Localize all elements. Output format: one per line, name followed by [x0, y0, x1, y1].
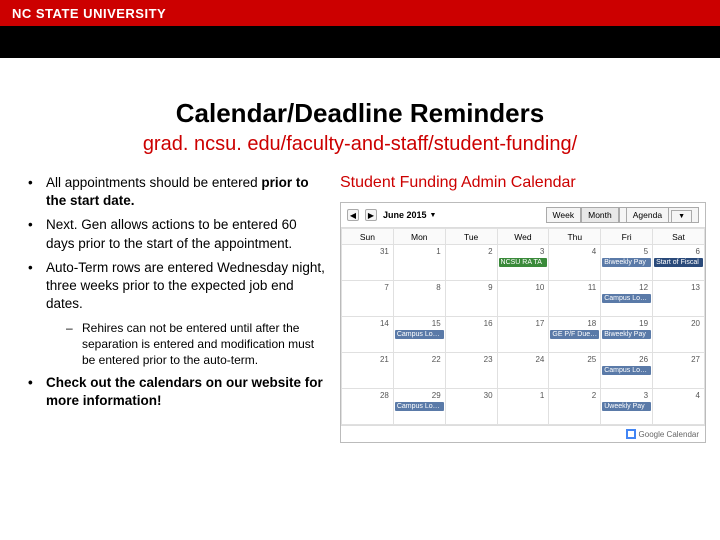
view-agenda[interactable]: Agenda▼ [619, 207, 699, 223]
day-cell[interactable]: 31 [342, 245, 394, 281]
day-cell[interactable]: 22 [393, 353, 445, 389]
day-head: Sun [342, 229, 394, 245]
day-cell[interactable]: 26Campus Lockout [601, 353, 653, 389]
day-cell[interactable]: 20 [653, 317, 705, 353]
day-cell[interactable]: 27 [653, 353, 705, 389]
day-cell[interactable]: 28 [342, 389, 394, 425]
bullet-3: Auto-Term rows are entered Wednesday nig… [28, 259, 328, 368]
day-head: Thu [549, 229, 601, 245]
week-row: 7 8 9 10 11 12Campus Lockout 13 [342, 281, 705, 317]
event[interactable]: Uweekly Pay [602, 402, 651, 411]
day-cell[interactable]: 2 [445, 245, 497, 281]
content-row: All appointments should be entered prior… [0, 156, 720, 443]
prev-month-button[interactable]: ◀ [347, 209, 359, 221]
event[interactable]: Biweekly Pay [602, 258, 651, 267]
chevron-down-icon: ▼ [430, 212, 437, 219]
event[interactable]: Campus Lockout [395, 402, 444, 411]
calendar-widget: ◀ ▶ June 2015▼ Week Month Agenda▼ Sun Mo… [340, 202, 706, 443]
day-head: Mon [393, 229, 445, 245]
calendar-title: Student Funding Admin Calendar [340, 174, 706, 192]
calendar-panel: Student Funding Admin Calendar ◀ ▶ June … [340, 174, 706, 443]
day-cell[interactable]: 1 [393, 245, 445, 281]
day-cell[interactable]: 23 [445, 353, 497, 389]
event[interactable]: NCSU RA TA [499, 258, 548, 267]
next-month-button[interactable]: ▶ [365, 209, 377, 221]
event[interactable]: Start of Fiscal [654, 258, 703, 267]
day-cell[interactable]: 30 [445, 389, 497, 425]
day-cell[interactable]: 15Campus Lockout [393, 317, 445, 353]
day-cell[interactable]: 21 [342, 353, 394, 389]
day-cell[interactable]: 10 [497, 281, 549, 317]
day-cell[interactable]: 11 [549, 281, 601, 317]
day-cell[interactable]: 3Uweekly Pay [601, 389, 653, 425]
week-row: 31 1 2 3NCSU RA TA 4 5Biweekly Pay 6Star… [342, 245, 705, 281]
day-cell[interactable]: 4 [549, 245, 601, 281]
week-row: 21 22 23 24 25 26Campus Lockout 27 [342, 353, 705, 389]
day-cell[interactable]: 14 [342, 317, 394, 353]
sub-bullet-1: Rehires can not be entered until after t… [66, 320, 328, 369]
event[interactable]: Campus Lockout [395, 330, 444, 339]
day-cell[interactable]: 8 [393, 281, 445, 317]
view-week[interactable]: Week [546, 207, 582, 223]
day-cell[interactable]: 9 [445, 281, 497, 317]
brand-text: NC STATE UNIVERSITY [12, 6, 166, 21]
day-head: Wed [497, 229, 549, 245]
bullet-2: Next. Gen allows actions to be entered 6… [28, 216, 328, 252]
day-cell[interactable]: 7 [342, 281, 394, 317]
brand-bar: NC STATE UNIVERSITY [0, 0, 720, 26]
chevron-down-icon: ▼ [671, 210, 692, 223]
week-row: 28 29Campus Lockout 30 1 2 3Uweekly Pay … [342, 389, 705, 425]
week-row: 14 15Campus Lockout 16 17 18GE P/F Due 1… [342, 317, 705, 353]
bullet-1: All appointments should be entered prior… [28, 174, 328, 210]
day-cell[interactable]: 29Campus Lockout [393, 389, 445, 425]
day-cell[interactable]: 25 [549, 353, 601, 389]
title-block: Calendar/Deadline Reminders grad. ncsu. … [0, 58, 720, 156]
day-cell[interactable]: 18GE P/F Due 1p [549, 317, 601, 353]
day-cell[interactable]: 2 [549, 389, 601, 425]
day-cell[interactable]: 19Biweekly Pay [601, 317, 653, 353]
slide-title: Calendar/Deadline Reminders [0, 98, 720, 129]
event[interactable]: GE P/F Due 1p [550, 330, 599, 339]
event[interactable]: Campus Lockout [602, 366, 651, 375]
day-cell[interactable]: 16 [445, 317, 497, 353]
day-head: Sat [653, 229, 705, 245]
day-head: Tue [445, 229, 497, 245]
month-label[interactable]: June 2015▼ [383, 210, 436, 220]
bullet-4: Check out the calendars on our website f… [28, 374, 328, 410]
google-calendar-icon [626, 429, 636, 439]
day-cell[interactable]: 13 [653, 281, 705, 317]
day-cell[interactable]: 6Start of Fiscal [653, 245, 705, 281]
day-cell[interactable]: 24 [497, 353, 549, 389]
day-cell[interactable]: 5Biweekly Pay [601, 245, 653, 281]
bullet-list: All appointments should be entered prior… [28, 174, 328, 443]
event[interactable]: Campus Lockout [602, 294, 651, 303]
day-cell[interactable]: 4 [653, 389, 705, 425]
day-cell[interactable]: 1 [497, 389, 549, 425]
day-cell[interactable]: 3NCSU RA TA [497, 245, 549, 281]
slide-subtitle: grad. ncsu. edu/faculty-and-staff/studen… [0, 133, 720, 156]
day-header-row: Sun Mon Tue Wed Thu Fri Sat [342, 229, 705, 245]
calendar-grid: Sun Mon Tue Wed Thu Fri Sat 31 1 2 3NCSU… [341, 228, 705, 425]
day-head: Fri [601, 229, 653, 245]
calendar-toolbar: ◀ ▶ June 2015▼ Week Month Agenda▼ [341, 203, 705, 228]
day-cell[interactable]: 17 [497, 317, 549, 353]
view-switcher: Week Month Agenda▼ [546, 207, 699, 223]
event[interactable]: Biweekly Pay [602, 330, 651, 339]
day-cell[interactable]: 12Campus Lockout [601, 281, 653, 317]
calendar-footer[interactable]: Google Calendar [341, 425, 705, 442]
header-bar: NC STATE UNIVERSITY [0, 0, 720, 58]
view-month[interactable]: Month [581, 207, 619, 223]
